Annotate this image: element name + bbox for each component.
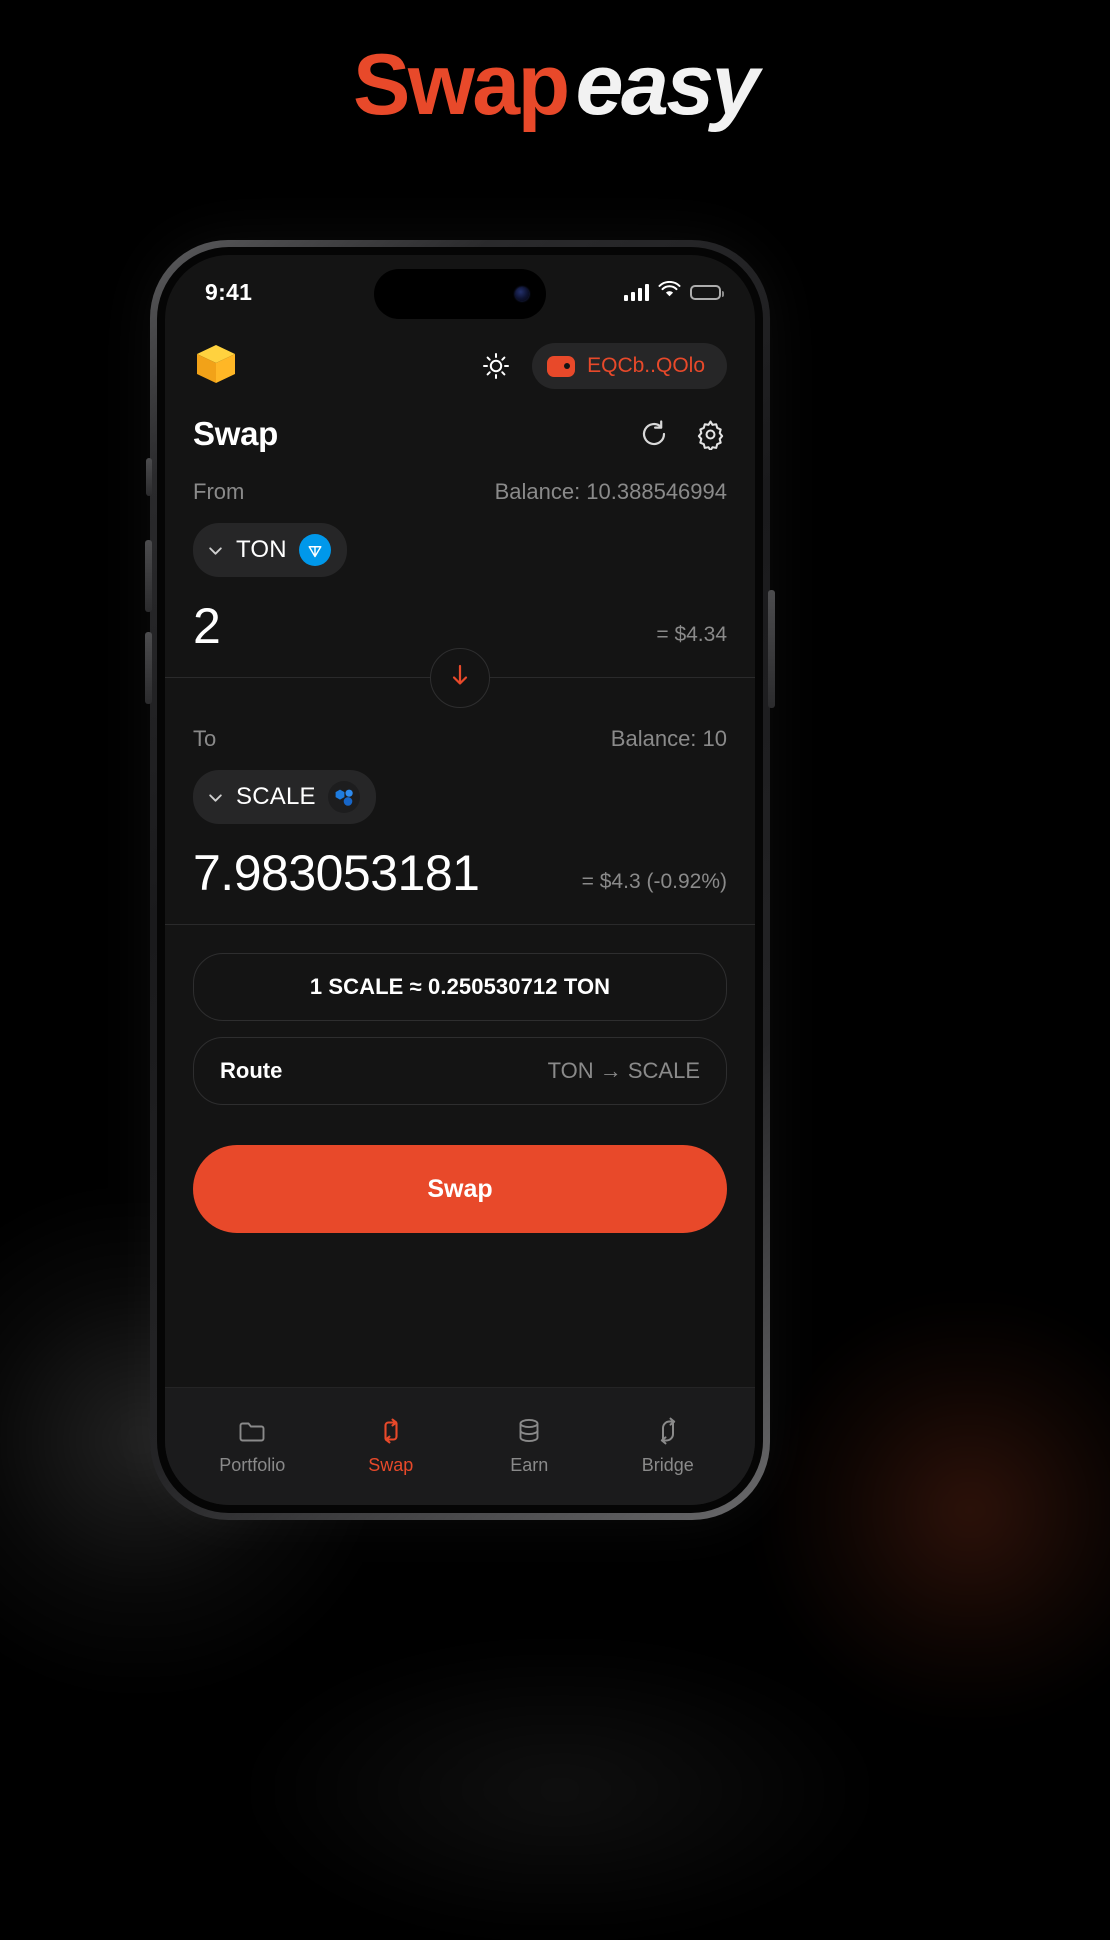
phone-power-button[interactable] bbox=[768, 590, 775, 708]
nav-item-swap[interactable]: Swap bbox=[348, 1400, 434, 1476]
app-header: EQCb..QOlo bbox=[165, 317, 755, 407]
nav-item-earn[interactable]: Earn bbox=[486, 1400, 572, 1476]
dynamic-island bbox=[374, 269, 546, 319]
to-token-selector[interactable]: SCALE bbox=[193, 770, 376, 824]
status-bar: 9:41 bbox=[165, 255, 755, 319]
swap-bottom-divider bbox=[165, 924, 755, 925]
wifi-icon bbox=[658, 281, 681, 303]
nav-label-bridge: Bridge bbox=[641, 1454, 694, 1475]
from-token-label: TON bbox=[236, 536, 287, 563]
page-title: Swap bbox=[193, 415, 278, 452]
headline-word-swap: Swap bbox=[353, 37, 570, 133]
bottom-navigation: Portfolio Swap Earn Bridge bbox=[165, 1387, 755, 1505]
sun-icon[interactable] bbox=[478, 348, 514, 384]
battery-icon bbox=[690, 284, 724, 300]
phone-silent-switch[interactable] bbox=[146, 458, 152, 496]
exchange-rate-row[interactable]: 1 SCALE ≈ 0.250530712 TON bbox=[193, 953, 727, 1021]
bridge-arrows-icon bbox=[653, 1416, 683, 1446]
page-headline: Swapeasy bbox=[0, 38, 1110, 133]
chevron-down-icon bbox=[207, 542, 224, 559]
nav-item-portfolio[interactable]: Portfolio bbox=[209, 1400, 295, 1476]
nav-label-portfolio: Portfolio bbox=[219, 1454, 286, 1475]
route-value: TON → SCALE bbox=[547, 1058, 700, 1083]
to-amount-output[interactable]: 7.983053181 bbox=[193, 848, 480, 898]
phone-volume-up-button[interactable] bbox=[145, 540, 152, 612]
swap-card: Swap From Balance: 10.388546994 TON 2 = … bbox=[165, 407, 755, 1387]
background-glow-right bbox=[760, 1300, 1110, 1720]
headline-word-easy: easy bbox=[575, 37, 760, 133]
to-balance: Balance: 10 bbox=[610, 726, 727, 751]
route-label: Route bbox=[220, 1058, 283, 1083]
phone-bezel: 9:41 EQCb..QOlo Swap From Balance: 10.38… bbox=[157, 247, 763, 1513]
from-amount-usd: = $4.34 bbox=[656, 623, 727, 646]
database-icon bbox=[514, 1416, 544, 1446]
to-token-label: SCALE bbox=[236, 783, 316, 810]
phone-frame: 9:41 EQCb..QOlo Swap From Balance: 10.38… bbox=[145, 240, 775, 1520]
to-amount-row: 7.983053181 = $4.3 (-0.92%) bbox=[193, 824, 727, 924]
folder-icon bbox=[237, 1416, 267, 1446]
front-camera-icon bbox=[515, 287, 529, 301]
to-label: To bbox=[193, 726, 217, 751]
nav-label-earn: Earn bbox=[510, 1454, 549, 1475]
background-glow-bottom bbox=[240, 1640, 880, 1940]
arrow-down-icon bbox=[448, 662, 472, 693]
gear-icon[interactable] bbox=[693, 417, 727, 451]
swap-header-actions bbox=[637, 417, 727, 451]
wallet-address-label: EQCb..QOlo bbox=[587, 354, 705, 377]
from-field-header: From Balance: 10.388546994 bbox=[193, 479, 727, 523]
wallet-address-button[interactable]: EQCb..QOlo bbox=[532, 343, 727, 389]
refresh-icon[interactable] bbox=[637, 417, 671, 451]
from-amount-input[interactable]: 2 bbox=[193, 601, 221, 651]
from-balance: Balance: 10.388546994 bbox=[494, 479, 727, 504]
route-row[interactable]: Route TON → SCALE bbox=[193, 1037, 727, 1105]
status-bar-time: 9:41 bbox=[205, 278, 253, 305]
scale-hex-icon bbox=[327, 781, 360, 813]
to-amount-usd: = $4.3 (-0.92%) bbox=[581, 870, 727, 893]
from-token-selector[interactable]: TON bbox=[193, 523, 347, 577]
status-bar-indicators bbox=[624, 281, 724, 303]
phone-volume-down-button[interactable] bbox=[145, 632, 152, 704]
exchange-rate-label: 1 SCALE ≈ 0.250530712 TON bbox=[309, 974, 611, 999]
cellular-signal-icon bbox=[624, 283, 649, 301]
swap-header-row: Swap bbox=[193, 407, 727, 479]
swap-direction-button[interactable] bbox=[430, 647, 490, 708]
wallet-icon bbox=[547, 355, 576, 377]
cube-logo-icon[interactable] bbox=[193, 341, 239, 387]
from-label: From bbox=[193, 479, 245, 504]
swap-arrows-icon bbox=[376, 1416, 406, 1446]
swap-submit-button[interactable]: Swap bbox=[193, 1145, 727, 1233]
nav-item-bridge[interactable]: Bridge bbox=[625, 1400, 711, 1476]
chevron-down-icon bbox=[207, 789, 224, 806]
swap-divider bbox=[165, 647, 755, 708]
nav-label-swap: Swap bbox=[368, 1454, 414, 1475]
ton-diamond-icon bbox=[298, 534, 331, 566]
phone-screen: 9:41 EQCb..QOlo Swap From Balance: 10.38… bbox=[165, 255, 755, 1505]
